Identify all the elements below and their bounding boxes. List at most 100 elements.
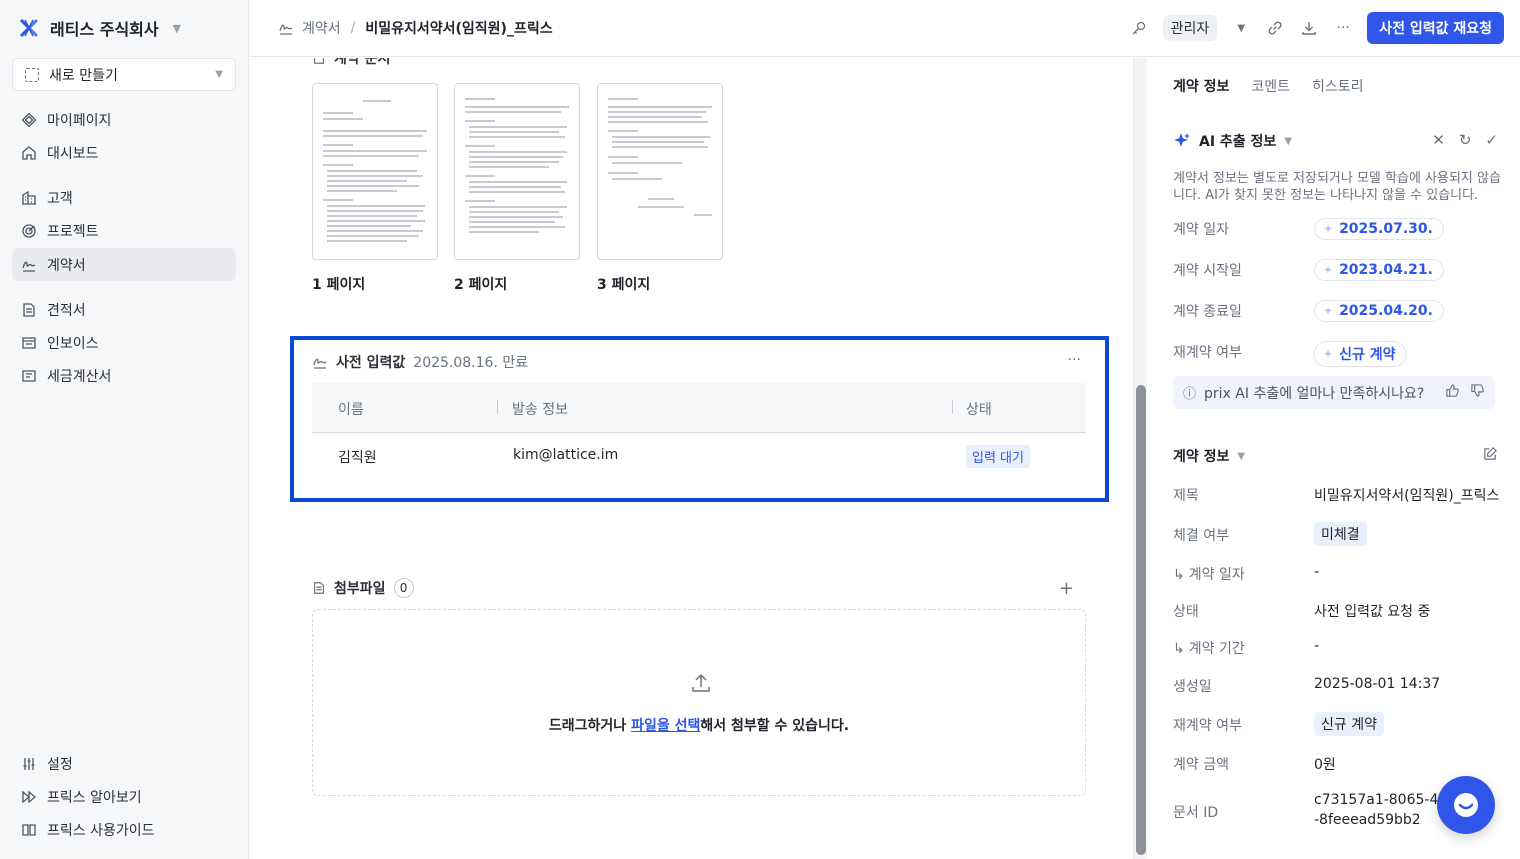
download-icon[interactable] (1299, 18, 1319, 38)
sidebar-item-invoices[interactable]: 인보이스 (12, 326, 236, 359)
refresh-icon[interactable]: ↻ (1459, 131, 1472, 149)
sub-arrow-icon: ↳ (1173, 641, 1185, 657)
target-icon (22, 223, 36, 238)
page-thumbnail-1[interactable] (312, 83, 438, 260)
check-icon[interactable]: ✓ (1485, 131, 1498, 149)
ai-field-row: 계약 일자 ✦ 2025.07.30. (1173, 218, 1503, 244)
sidebar-item-settings[interactable]: 설정 (12, 747, 236, 780)
chevron-down-icon: ▼ (1284, 135, 1293, 147)
ai-value-chip[interactable]: ✦ 2025.04.20. (1314, 300, 1444, 322)
document-id-line1: c73157a1-8065-47 (1314, 792, 1448, 808)
page-thumbnail-2[interactable] (454, 83, 580, 260)
attachment-dropzone[interactable]: 드래그하거나 파일을 선택해서 첨부할 수 있습니다. (312, 609, 1086, 796)
info-row-period: ↳ 계약 기간 - (1173, 638, 1503, 660)
page-thumbnail-3[interactable] (597, 83, 723, 260)
more-icon[interactable]: ··· (1068, 352, 1081, 368)
document-icon (23, 302, 35, 317)
main-scrollbar[interactable] (1133, 58, 1147, 859)
new-create-label: 새로 만들기 (49, 67, 118, 84)
ai-feedback-bar: ⓘ prix AI 추출에 얼마나 만족하시나요? (1173, 376, 1495, 409)
home-icon (22, 145, 36, 160)
sparkle-icon: ✦ (1323, 304, 1334, 318)
workspace-switcher[interactable]: 래티스 주식회사 ▼ (18, 16, 181, 40)
sidebar-item-projects[interactable]: 프로젝트 (12, 214, 236, 247)
lattice-logo-icon (19, 18, 39, 38)
column-header-send-info: 발송 정보 (512, 402, 568, 418)
role-badge[interactable]: 관리자 (1162, 15, 1218, 41)
close-icon[interactable]: ✕ (1432, 131, 1445, 149)
dropzone-text-after: 해서 첨부할 수 있습니다. (700, 718, 850, 734)
sidebar-item-contracts[interactable]: 계약서 (12, 248, 236, 281)
field-label: 생성일 (1173, 679, 1212, 695)
sidebar-item-label: 프릭스 사용가이드 (47, 822, 155, 839)
info-row-contract-date: ↳ 계약 일자 - (1173, 564, 1503, 586)
sidebar-item-customers[interactable]: 고객 (12, 181, 236, 214)
ai-value-chip[interactable]: ✦ 2025.07.30. (1314, 218, 1444, 240)
table-row[interactable]: 김직원 kim@lattice.im 입력 대기 (312, 434, 1086, 478)
field-label: 계약 금액 (1173, 757, 1229, 773)
field-value: - (1314, 638, 1320, 654)
tab-comments[interactable]: 코멘트 (1251, 76, 1290, 96)
sidebar-item-label: 대시보드 (47, 145, 99, 162)
renewal-badge: 신규 계약 (1314, 712, 1384, 736)
re-request-prefill-button[interactable]: 사전 입력값 재요청 (1367, 12, 1504, 44)
page-label: 1 페이지 (312, 277, 366, 293)
ai-extract-heading[interactable]: AI 추출 정보 ▼ (1173, 131, 1292, 151)
field-value: 비밀유지서약서(임직원)_프릭스 (1314, 488, 1500, 504)
sidebar-item-tax-invoices[interactable]: 세금계산서 (12, 359, 236, 392)
ai-value-chip[interactable]: ✦ 신규 계약 (1314, 341, 1407, 367)
sidebar-item-label: 프릭스 알아보기 (47, 789, 142, 806)
breadcrumb: 계약서 / 비밀유지서약서(임직원)_프릭스 (278, 18, 553, 38)
select-file-link[interactable]: 파일을 선택 (631, 718, 700, 734)
building-icon (22, 190, 36, 205)
chevron-down-icon: ▼ (1237, 450, 1246, 462)
sparkle-icon: ✦ (1323, 222, 1334, 236)
thumbs-up-icon[interactable] (1445, 383, 1460, 402)
edit-icon[interactable] (1483, 446, 1498, 465)
right-panel: 계약 정보 코멘트 히스토리 AI 추출 정보 ▼ ✕ ↻ ✓ 계약서 정보는 … (1148, 58, 1520, 859)
sidebar-item-about[interactable]: 프릭스 알아보기 (12, 780, 236, 813)
tab-contract-info[interactable]: 계약 정보 (1173, 76, 1229, 96)
chat-icon (1454, 793, 1478, 817)
forward-icon (22, 790, 37, 803)
field-label: 재계약 여부 (1173, 345, 1242, 361)
new-create-button[interactable]: 새로 만들기 ▼ (12, 58, 236, 91)
prefill-title: 사전 입력값 (336, 355, 406, 371)
column-header-name: 이름 (338, 402, 364, 418)
chat-support-button[interactable] (1437, 776, 1495, 834)
invoice-icon (22, 336, 36, 349)
sidebar-item-label: 마이페이지 (47, 112, 112, 129)
sparkle-icon: ✦ (1323, 347, 1334, 361)
diamond-icon (21, 112, 37, 127)
contract-info-heading[interactable]: 계약 정보 ▼ (1173, 446, 1245, 466)
key-icon[interactable] (1129, 18, 1149, 38)
field-value: 2025.04.20. (1339, 303, 1433, 319)
sidebar-item-mypage[interactable]: 마이페이지 (12, 103, 236, 136)
field-label: 체결 여부 (1173, 528, 1229, 544)
book-icon (22, 823, 36, 836)
tab-history[interactable]: 히스토리 (1312, 76, 1364, 96)
receipt-icon (22, 369, 36, 382)
sidebar-item-quotes[interactable]: 견적서 (12, 293, 236, 326)
link-icon[interactable] (1265, 18, 1285, 38)
upload-icon (692, 673, 710, 692)
section-title: 계약 문서 (334, 58, 391, 67)
sidebar: 래티스 주식회사 ▼ 새로 만들기 ▼ 마이페이지 대시보드 고객 프로젝트 계… (0, 0, 249, 859)
ai-value-chip[interactable]: ✦ 2023.04.21. (1314, 259, 1444, 281)
dashed-square-icon (25, 67, 39, 82)
field-value: 사전 입력값 요청 중 (1314, 604, 1431, 620)
document-id-line2: -8feeead59bb2 (1314, 812, 1421, 828)
add-attachment-icon[interactable]: + (1059, 578, 1074, 599)
file-icon (314, 582, 324, 594)
breadcrumb-parent-link[interactable]: 계약서 (302, 18, 341, 38)
sidebar-item-dashboard[interactable]: 대시보드 (12, 136, 236, 169)
sidebar-item-guide[interactable]: 프릭스 사용가이드 (12, 813, 236, 846)
prefill-header: 사전 입력값 2025.08.16. 만료 (312, 352, 528, 372)
thumbs-down-icon[interactable] (1470, 383, 1485, 402)
attachments-title: 첨부파일 (334, 581, 386, 597)
chevron-down-icon[interactable]: ▼ (1231, 18, 1251, 38)
more-icon[interactable]: ··· (1333, 18, 1353, 38)
scrollbar-thumb[interactable] (1136, 385, 1146, 855)
field-label: 계약 일자 (1173, 222, 1229, 238)
signature-icon (313, 358, 327, 369)
